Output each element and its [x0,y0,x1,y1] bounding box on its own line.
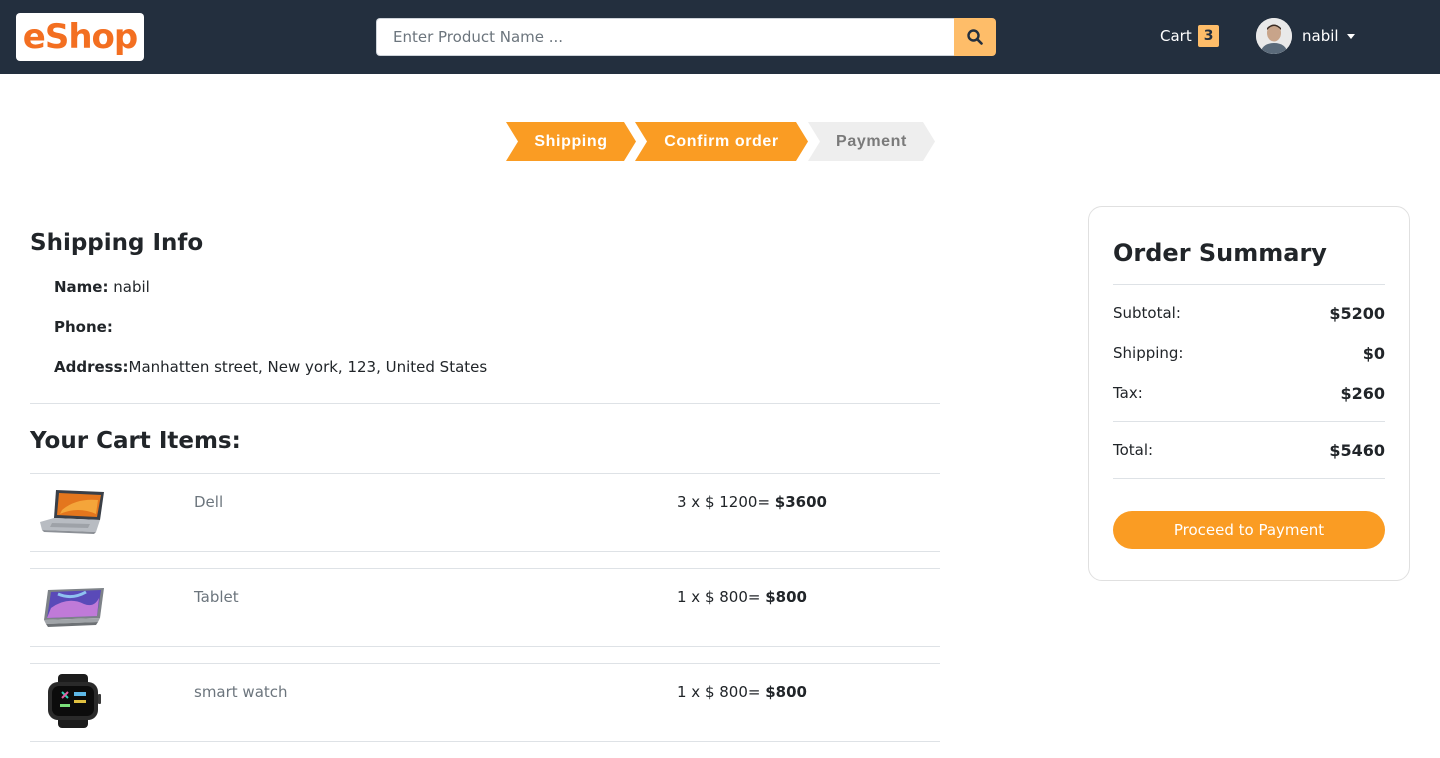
step-confirm-order[interactable]: Confirm order [635,122,808,161]
user-avatar-icon [1256,18,1292,54]
shipping-name-label: Name: [54,278,109,296]
cart-item-name[interactable]: smart watch [194,683,288,701]
logo-text: eShop [22,17,138,57]
cart-count-badge: 3 [1197,25,1220,47]
shipping-phone: Phone: [54,318,113,336]
avatar [1256,18,1292,54]
eshop-logo[interactable]: eShop [16,13,144,61]
navbar: eShop Cart 3 nabil [0,0,1440,74]
divider [30,551,940,552]
divider [30,663,940,664]
cart-item-price: 3 x $ 1200= $3600 [677,493,827,511]
logo-accent: e [22,17,46,57]
user-name: nabil [1302,27,1339,45]
divider [1113,421,1385,422]
laptop-icon[interactable] [38,484,110,542]
subtotal-label: Subtotal: [1113,304,1181,322]
cart-item-name[interactable]: Dell [194,493,223,511]
divider [30,473,940,474]
search-icon [967,29,983,45]
summary-shipping-row: Shipping: $0 [1113,344,1385,363]
shipping-address: Address:Manhatten street, New york, 123,… [54,358,487,376]
step-confirm-order-label: Confirm order [664,132,779,150]
summary-tax-row: Tax: $260 [1113,384,1385,403]
cart-item-price: 1 x $ 800= $800 [677,588,807,606]
step-payment[interactable]: Payment [808,122,935,161]
cart-item-total: $800 [765,588,807,606]
summary-subtotal-row: Subtotal: $5200 [1113,304,1385,323]
shipping-address-value: Manhatten street, New york, 123, United … [128,358,488,376]
step-payment-label: Payment [836,132,907,150]
tax-value: $260 [1340,384,1385,403]
divider [30,646,940,647]
cart-label: Cart [1160,27,1192,45]
search-button[interactable] [954,18,996,56]
order-summary-title: Order Summary [1113,239,1327,267]
cart-item-total: $800 [765,683,807,701]
divider [30,403,940,404]
divider [1113,284,1385,285]
shipping-name-value: nabil [113,278,150,296]
shipping-cost-value: $0 [1362,344,1385,363]
cart-item-qty: 1 x $ 800= [677,588,766,606]
smartwatch-icon[interactable] [38,672,110,730]
shipping-address-label: Address: [54,358,129,376]
subtotal-value: $5200 [1329,304,1385,323]
step-shipping-label: Shipping [534,132,608,150]
divider [1113,478,1385,479]
order-summary-card: Order Summary Subtotal: $5200 Shipping: … [1088,206,1410,581]
shipping-name: Name: nabil [54,278,150,296]
total-label: Total: [1113,441,1154,459]
cart-item-price: 1 x $ 800= $800 [677,683,807,701]
cart-item-name[interactable]: Tablet [194,588,239,606]
user-menu[interactable]: nabil [1256,18,1355,54]
summary-total-row: Total: $5460 [1113,441,1385,460]
search-bar [376,18,996,56]
cart-items-title: Your Cart Items: [30,428,241,454]
proceed-to-payment-button[interactable]: Proceed to Payment [1113,511,1385,549]
search-input[interactable] [376,18,954,56]
divider [30,568,940,569]
logo-word: Shop [44,17,138,57]
tax-label: Tax: [1113,384,1143,402]
cart-item-qty: 1 x $ 800= [677,683,766,701]
divider [30,741,940,742]
shipping-cost-label: Shipping: [1113,344,1184,362]
cart-link[interactable]: Cart 3 [1160,24,1220,48]
cart-item-qty: 3 x $ 1200= [677,493,775,511]
total-value: $5460 [1329,441,1385,460]
shipping-phone-label: Phone: [54,318,113,336]
cart-item-total: $3600 [774,493,827,511]
step-shipping[interactable]: Shipping [506,122,636,161]
shipping-info-title: Shipping Info [30,230,204,256]
chevron-down-icon [1346,33,1355,39]
tablet-icon[interactable] [38,578,110,636]
